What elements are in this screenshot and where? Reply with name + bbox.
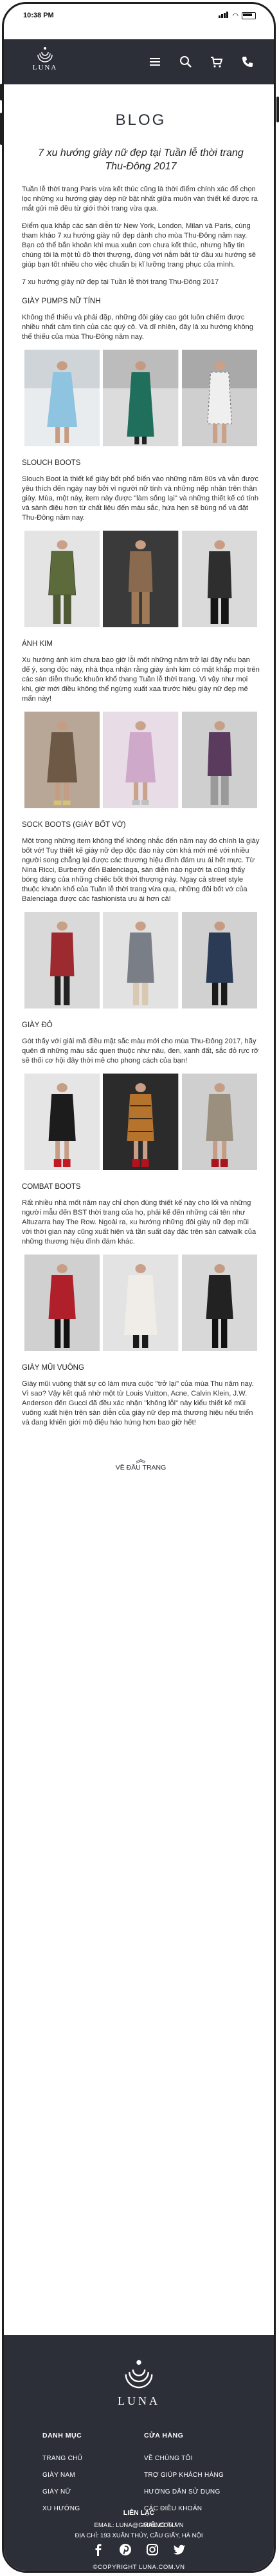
chevron-up-icon: ︽ (136, 1454, 146, 1465)
status-indicators: ◠ (219, 12, 256, 20)
blog-content: BLOG 7 xu hướng giày nữ đẹp tại Tuần lễ … (22, 84, 260, 1472)
runway-photo (103, 350, 179, 446)
runway-photos (22, 912, 260, 1009)
runway-photo (181, 1074, 257, 1170)
footer-address: ĐỊA CHỈ: 193 XUÂN THỦY, CẦU GIẤY, HÀ NỘI (75, 2532, 203, 2539)
signal-icon (219, 12, 229, 20)
intro-paragraph: Tuần lễ thời trang Paris vừa kết thúc cũ… (22, 185, 258, 213)
site-header: LUNA (4, 39, 274, 84)
intro-paragraph: 7 xu hướng giày nữ đẹp tại Tuần lễ thời … (22, 278, 219, 286)
runway-photo (181, 912, 257, 1009)
section-text: Rất nhiều nhà mốt năm nay chỉ chọn đúng … (22, 1199, 256, 1245)
runway-photo (103, 912, 179, 1009)
footer-contact-heading: LIÊN LẠC (123, 2509, 155, 2517)
runway-photos (22, 1074, 260, 1170)
brand-name: LUNA (32, 64, 58, 71)
runway-photo (24, 1255, 100, 1351)
section-title: GIÀY MŨI VUÔNG (22, 1364, 84, 1372)
section-text: Gót thấy với giải mã điều mật sắc màu mớ… (22, 1037, 259, 1065)
footer-column-heading: DANH MỤC (42, 2432, 82, 2439)
header-icons (148, 55, 255, 69)
runway-photo (181, 531, 257, 627)
runway-photo (181, 1255, 257, 1351)
section-title: GIÀY ĐỎ (22, 1021, 53, 1029)
runway-photo (24, 712, 100, 808)
cart-icon[interactable] (210, 55, 224, 69)
footer-copyright: ©COPYRIGHT LUNA.COM.VN (93, 2564, 185, 2571)
section-text: Slouch Boot là thiết kế giày bốt phổ biế… (22, 475, 259, 522)
footer-link[interactable]: VỀ CHÚNG TÔI (144, 2455, 224, 2462)
back-to-top-link[interactable]: ︽ VỀ ĐẦU TRANG (22, 1454, 260, 1472)
moon-logo-icon (35, 46, 55, 62)
phone-icon[interactable] (240, 55, 255, 69)
back-to-top-label: VỀ ĐẦU TRANG (115, 1464, 166, 1472)
runway-photo (24, 531, 100, 627)
moon-logo-icon (4, 2358, 274, 2392)
status-time: 10:38 PM (23, 12, 54, 19)
section-title: ÁNH KIM (22, 640, 53, 648)
section-text: Không thể thiếu và phải đặp, những đôi g… (22, 314, 254, 341)
runway-photo (181, 350, 257, 446)
section-title: SOCK BOOTS (GIÀY BỐT VỚ) (22, 821, 126, 829)
footer-email[interactable]: EMAIL: LUNA@GMAIL.COM.VN (4, 2521, 274, 2531)
footer-link[interactable]: TRANG CHỦ (42, 2455, 82, 2462)
footer-contact: LIÊN LẠC EMAIL: LUNA@GMAIL.COM.VN ĐỊA CH… (4, 2508, 274, 2541)
menu-icon[interactable] (148, 55, 162, 69)
footer-brand-logo[interactable]: LUNA (4, 2358, 274, 2408)
brand-logo[interactable]: LUNA (26, 46, 64, 71)
footer-link[interactable]: GIÀY NAM (42, 2472, 82, 2479)
runway-photos (22, 531, 260, 627)
runway-photo (103, 531, 179, 627)
page-title: BLOG (115, 111, 166, 129)
runway-photo (24, 350, 100, 446)
wifi-icon: ◠ (232, 12, 239, 20)
footer-link[interactable]: TRỢ GIÚP KHÁCH HÀNG (144, 2472, 224, 2479)
section-text: Một trong những item không thể không nhắ… (22, 837, 260, 903)
footer-column-heading: CỬA HÀNG (144, 2432, 184, 2439)
facebook-icon[interactable] (91, 2543, 105, 2557)
footer-link[interactable]: HƯỚNG DẪN SỬ DỤNG (144, 2488, 224, 2496)
pinterest-icon[interactable] (118, 2543, 132, 2557)
runway-photos (22, 712, 260, 808)
runway-photo (103, 1074, 179, 1170)
section-text: Xu hướng ánh kim chưa bao giờ lỗi mốt nh… (22, 656, 260, 703)
runway-photos (22, 350, 260, 446)
side-button (276, 97, 279, 122)
footer-link[interactable]: GIÀY NỮ (42, 2488, 82, 2496)
runway-photo (24, 912, 100, 1009)
site-footer: LUNA DANH MỤC TRANG CHỦ GIÀY NAM GIÀY NỮ… (4, 2335, 274, 2571)
runway-photo (181, 712, 257, 808)
search-icon[interactable] (179, 55, 193, 69)
section-title: GIÀY PUMPS NỮ TÍNH (22, 298, 101, 305)
phone-frame: 10:38 PM ◠ LUNA BLOG 7 xu hướng giày nữ … (2, 2, 276, 2573)
side-button (0, 113, 3, 145)
intro-paragraph: Điểm qua khắp các sàn diễn từ New York, … (22, 222, 256, 269)
runway-photos (22, 1255, 260, 1351)
runway-photo (103, 712, 179, 808)
runway-photo (103, 1255, 179, 1351)
section-title: COMBAT BOOTS (22, 1183, 81, 1191)
footer-brand-name: LUNA (118, 2394, 160, 2407)
section-title: SLOUCH BOOTS (22, 459, 81, 467)
article-title: 7 xu hướng giày nữ đẹp tại Tuần lễ thời … (38, 147, 244, 172)
side-button (0, 84, 3, 100)
status-bar: 10:38 PM ◠ (4, 4, 274, 30)
battery-icon (242, 12, 256, 19)
section-text: Giày mũi vuông thật sự có làm mưa cuộc "… (22, 1380, 254, 1426)
footer-social-links (4, 2543, 274, 2557)
instagram-icon[interactable] (145, 2543, 159, 2557)
runway-photo (24, 1074, 100, 1170)
twitter-icon[interactable] (172, 2543, 186, 2557)
